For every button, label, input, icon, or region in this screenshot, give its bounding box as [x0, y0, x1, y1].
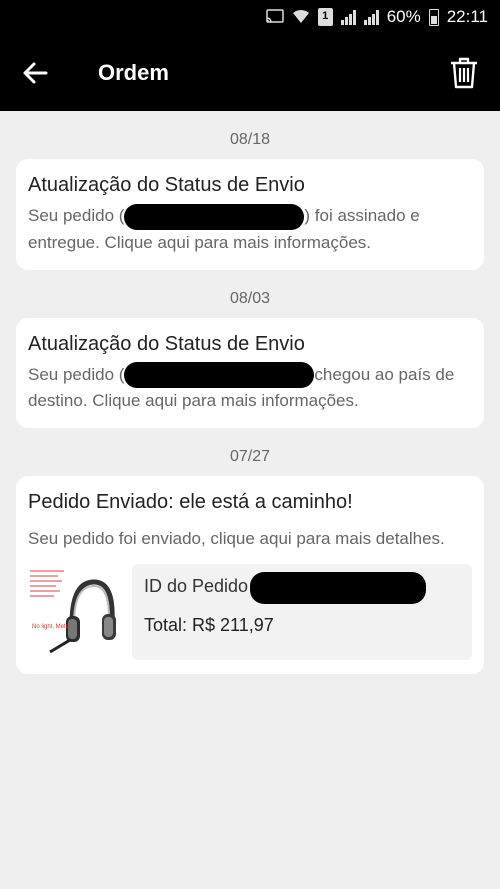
- notification-card[interactable]: Atualização do Status de Envio Seu pedid…: [16, 317, 484, 429]
- notification-body: Seu pedido () foi assinado e entregue. C…: [28, 203, 472, 256]
- body-prefix: Seu pedido (: [28, 206, 125, 225]
- body-prefix: Seu pedido (: [28, 364, 125, 384]
- back-arrow-icon: [23, 62, 48, 83]
- headphones-image: [30, 570, 116, 654]
- notification-body: Seu pedido foi enviado, clique aqui para…: [28, 529, 445, 549]
- order-id-label: ID do Pedido: [144, 576, 249, 597]
- signal-icon-2: [363, 9, 379, 25]
- signal-icon: [340, 9, 356, 25]
- redacted-order-id: [124, 362, 315, 389]
- date-header: 08/03: [229, 289, 271, 307]
- trash-icon: [451, 57, 477, 88]
- redacted-order-id: [124, 203, 305, 230]
- battery-icon: [428, 8, 439, 26]
- order-id-row: ID do Pedido: [144, 572, 460, 605]
- thumb-caption: No light, Metal: [32, 624, 71, 631]
- notification-card[interactable]: Atualização do Status de Envio Seu pedid…: [16, 159, 484, 270]
- app-bar: Ordem: [0, 34, 500, 111]
- notification-title: Pedido Enviado: ele está a caminho!: [28, 491, 353, 514]
- notification-title: Atualização do Status de Envio: [28, 174, 305, 196]
- date-header: 08/18: [229, 131, 271, 148]
- sim-slot-icon: 1: [317, 8, 333, 26]
- wifi-icon: [292, 8, 310, 27]
- redacted-order-id: [250, 572, 426, 605]
- order-total: Total: R$ 211,97: [144, 615, 274, 636]
- order-info: ID do Pedido Total: R$ 211,97: [132, 564, 472, 661]
- battery-percent: 60%: [386, 7, 421, 26]
- notification-body: Seu pedido (chegou ao país de destino. C…: [28, 362, 472, 415]
- product-thumbnail: No light, Metal: [28, 564, 118, 661]
- date-header: 07/27: [229, 448, 271, 466]
- delete-button[interactable]: [428, 34, 500, 111]
- cast-icon: [265, 8, 284, 26]
- page-title: Ordem: [98, 59, 169, 85]
- back-button[interactable]: [0, 34, 70, 111]
- notification-card[interactable]: Pedido Enviado: ele está a caminho! Seu …: [16, 476, 484, 675]
- status-bar: 1 60% 22:11: [0, 0, 500, 34]
- clock: 22:11: [446, 7, 488, 26]
- notification-list: 08/18 Atualização do Status de Envio Seu…: [0, 111, 500, 889]
- notification-title: Atualização do Status de Envio: [28, 332, 305, 355]
- order-summary[interactable]: No light, Metal ID do Pedido Total: R$ 2…: [28, 564, 472, 661]
